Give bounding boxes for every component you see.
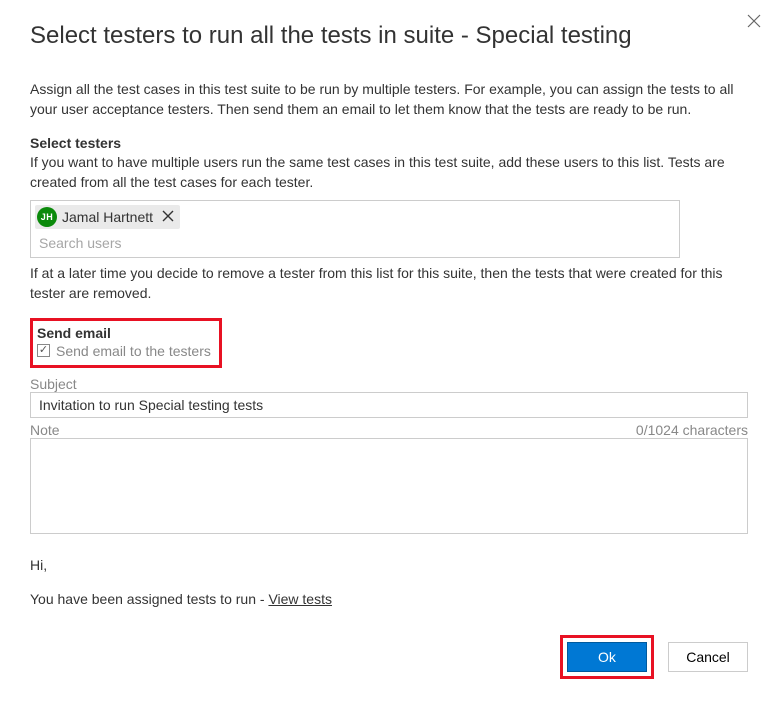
select-testers-desc: If you want to have multiple users run t… bbox=[30, 153, 748, 192]
remove-tester-button[interactable] bbox=[162, 209, 174, 225]
email-preview-greeting: Hi, bbox=[30, 557, 748, 573]
send-email-checkbox-label: Send email to the testers bbox=[56, 343, 211, 359]
search-users-input[interactable] bbox=[31, 231, 679, 257]
close-button[interactable] bbox=[740, 8, 768, 36]
dialog-button-row: Ok Cancel bbox=[30, 635, 748, 679]
dialog-intro-text: Assign all the test cases in this test s… bbox=[30, 80, 748, 119]
ok-button-highlight: Ok bbox=[560, 635, 654, 679]
note-label: Note bbox=[30, 422, 60, 438]
close-icon bbox=[162, 209, 174, 225]
note-textarea[interactable] bbox=[30, 438, 748, 534]
subject-label: Subject bbox=[30, 376, 748, 392]
note-char-count: 0/1024 characters bbox=[636, 422, 748, 438]
ok-button[interactable]: Ok bbox=[567, 642, 647, 672]
tester-chip-row: JH Jamal Hartnett bbox=[31, 201, 679, 231]
assign-testers-dialog: Select testers to run all the tests in s… bbox=[0, 0, 778, 703]
testers-picker[interactable]: JH Jamal Hartnett bbox=[30, 200, 680, 258]
send-email-heading: Send email bbox=[37, 325, 211, 341]
email-preview-body: You have been assigned tests to run - Vi… bbox=[30, 591, 748, 607]
tester-chip: JH Jamal Hartnett bbox=[35, 205, 180, 229]
send-email-highlight: Send email Send email to the testers bbox=[30, 318, 222, 368]
send-email-checkbox[interactable] bbox=[37, 344, 50, 357]
dialog-title: Select testers to run all the tests in s… bbox=[30, 22, 748, 50]
view-tests-link[interactable]: View tests bbox=[268, 591, 332, 607]
close-icon bbox=[747, 14, 761, 31]
avatar: JH bbox=[37, 207, 57, 227]
email-preview-body-text: You have been assigned tests to run - bbox=[30, 591, 268, 607]
remove-tester-note: If at a later time you decide to remove … bbox=[30, 264, 748, 303]
note-label-row: Note 0/1024 characters bbox=[30, 422, 748, 438]
send-email-checkbox-row: Send email to the testers bbox=[37, 343, 211, 359]
tester-chip-label: Jamal Hartnett bbox=[62, 209, 153, 225]
select-testers-heading: Select testers bbox=[30, 135, 748, 151]
subject-input[interactable] bbox=[30, 392, 748, 418]
cancel-button[interactable]: Cancel bbox=[668, 642, 748, 672]
